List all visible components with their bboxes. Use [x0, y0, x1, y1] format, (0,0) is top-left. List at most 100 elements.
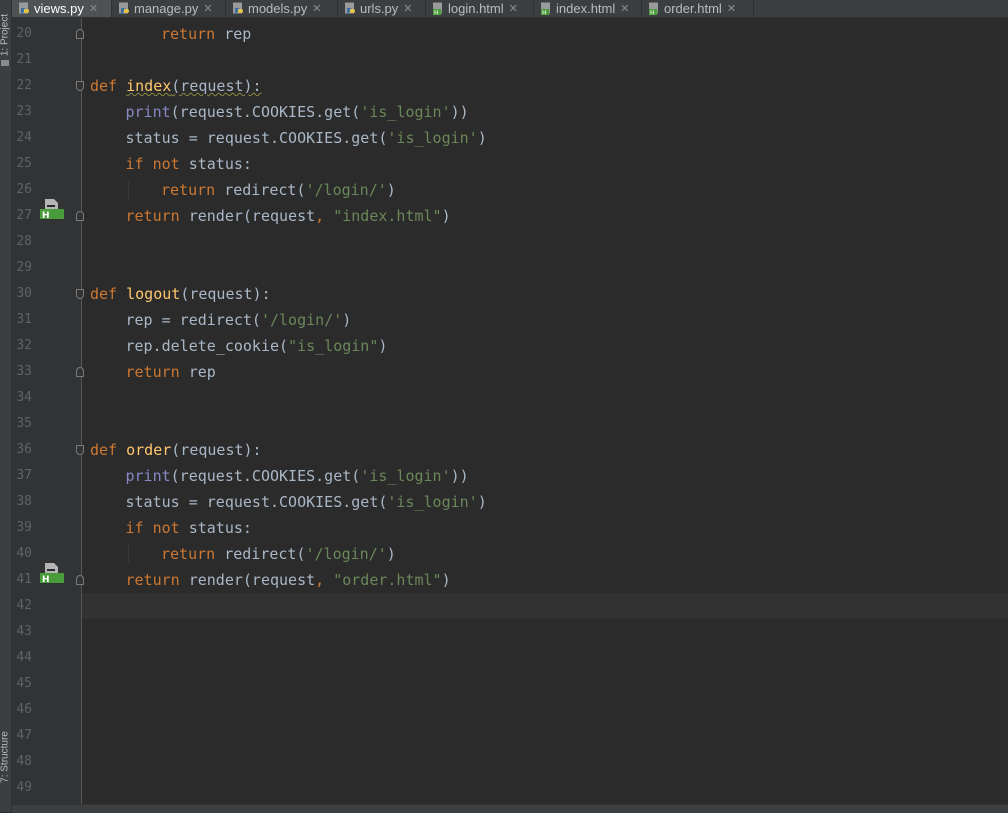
- tab-views-py[interactable]: views.py ✕: [12, 0, 112, 17]
- html-template-link-icon[interactable]: H: [40, 197, 64, 221]
- tab-order-html[interactable]: Horder.html ✕: [642, 0, 754, 17]
- code-line[interactable]: print(request.COOKIES.get('is_login')): [90, 463, 469, 489]
- fold-close-icon[interactable]: [76, 575, 84, 585]
- tab-models-py[interactable]: models.py ✕: [226, 0, 338, 17]
- code-line[interactable]: return rep: [90, 21, 251, 47]
- structure-tool-tab[interactable]: 7: Structure: [0, 722, 11, 792]
- code-token: index: [126, 77, 172, 95]
- svg-text:H: H: [42, 575, 50, 583]
- line-number: 47: [16, 728, 32, 743]
- fold-open-icon[interactable]: [76, 445, 84, 455]
- close-icon[interactable]: ✕: [312, 2, 321, 15]
- tab-label: views.py: [34, 1, 84, 16]
- code-token: status:: [179, 155, 252, 173]
- line-number: 25: [16, 156, 32, 171]
- code-token: 'is_login': [387, 493, 478, 511]
- close-icon[interactable]: ✕: [620, 2, 629, 15]
- html-template-link-icon[interactable]: H: [40, 561, 64, 585]
- line-number: 22: [16, 78, 32, 93]
- line-number: 42: [16, 598, 32, 613]
- html-file-icon: H: [648, 2, 661, 17]
- fold-close-icon[interactable]: [76, 367, 84, 377]
- line-number: 29: [16, 260, 32, 275]
- code-token: ): [477, 129, 487, 147]
- code-token: ): [441, 571, 451, 589]
- code-token: return: [125, 207, 180, 225]
- line-number: 39: [16, 520, 32, 535]
- code-line[interactable]: status = request.COOKIES.get('is_login'): [90, 489, 487, 515]
- code-line[interactable]: return redirect('/login/'): [90, 541, 396, 567]
- tab-manage-py[interactable]: manage.py ✕: [112, 0, 226, 17]
- code-token: '/login/': [260, 311, 343, 329]
- tool-window-strip: 1: Project 7: Structure: [0, 0, 12, 812]
- line-number: 41: [16, 572, 32, 587]
- code-token: ): [342, 311, 352, 329]
- tab-label: models.py: [248, 1, 308, 16]
- tab-urls-py[interactable]: urls.py ✕: [338, 0, 426, 17]
- code-token: if not: [125, 519, 180, 537]
- code-token: logout: [126, 285, 181, 303]
- code-token: def: [90, 285, 118, 303]
- code-token: (request.COOKIES.get(: [170, 103, 361, 121]
- close-icon[interactable]: ✕: [403, 2, 412, 15]
- code-line[interactable]: rep = redirect('/login/'): [90, 307, 352, 333]
- close-icon[interactable]: ✕: [203, 2, 212, 15]
- fold-open-icon[interactable]: [76, 289, 84, 299]
- code-editor[interactable]: 20 21 22 23 24 25 26 27 28 29 30 31 32 33 34 35 36 37 38 39…: [12, 18, 1008, 804]
- svg-text:H: H: [434, 10, 439, 16]
- python-file-icon: [232, 2, 245, 15]
- code-token: '/login/': [305, 545, 387, 563]
- code-token: (request):: [171, 77, 262, 95]
- close-icon[interactable]: ✕: [89, 2, 98, 15]
- code-line[interactable]: return render(request, "index.html"): [90, 203, 451, 229]
- code-line[interactable]: if not status:: [90, 151, 252, 177]
- line-number: 43: [16, 624, 32, 639]
- line-number: 36: [16, 442, 32, 457]
- tab-index-html[interactable]: Hindex.html ✕: [534, 0, 642, 17]
- tab-login-html[interactable]: Hlogin.html ✕: [426, 0, 534, 17]
- project-folder-icon: [1, 60, 9, 66]
- python-file-icon: [118, 2, 131, 15]
- code-line[interactable]: print(request.COOKIES.get('is_login')): [90, 99, 469, 125]
- code-line[interactable]: rep.delete_cookie("is_login"): [90, 333, 388, 359]
- structure-tool-label: 7: Structure: [0, 731, 11, 783]
- code-token: (request):: [171, 441, 262, 459]
- code-token: return: [161, 545, 216, 563]
- code-line[interactable]: return render(request, "order.html"): [90, 567, 451, 593]
- code-token: print: [125, 103, 171, 121]
- line-number: 37: [16, 468, 32, 483]
- line-number: 27: [16, 208, 32, 223]
- close-icon[interactable]: ✕: [509, 2, 518, 15]
- tab-label: index.html: [556, 1, 616, 16]
- code-token: print: [125, 467, 171, 485]
- code-line[interactable]: status = request.COOKIES.get('is_login'): [90, 125, 487, 151]
- fold-close-icon[interactable]: [76, 29, 84, 39]
- code-line[interactable]: return rep: [90, 359, 216, 385]
- code-line[interactable]: return redirect('/login/'): [90, 177, 396, 203]
- code-token: ): [477, 493, 487, 511]
- fold-close-icon[interactable]: [76, 211, 84, 221]
- line-number: 38: [16, 494, 32, 509]
- line-number: 33: [16, 364, 32, 379]
- code-token: render(request: [179, 571, 316, 589]
- code-line[interactable]: if not status:: [90, 515, 252, 541]
- close-icon[interactable]: ✕: [727, 2, 736, 15]
- code-token: )): [450, 467, 469, 485]
- line-number: 30: [16, 286, 32, 301]
- indent-guide: [127, 181, 129, 199]
- code-line[interactable]: def logout(request):: [90, 281, 271, 307]
- tab-label: order.html: [664, 1, 722, 16]
- line-number: 20: [16, 26, 32, 41]
- tab-label: login.html: [448, 1, 504, 16]
- code-line[interactable]: def order(request):: [90, 437, 262, 463]
- code-token: redirect(: [215, 545, 306, 563]
- code-token: rep: [179, 363, 216, 381]
- fold-open-icon[interactable]: [76, 81, 84, 91]
- code-line[interactable]: def index(request):: [90, 73, 262, 99]
- code-token: def: [90, 77, 118, 95]
- code-token: 'is_login': [360, 103, 451, 121]
- code-token: return: [125, 571, 180, 589]
